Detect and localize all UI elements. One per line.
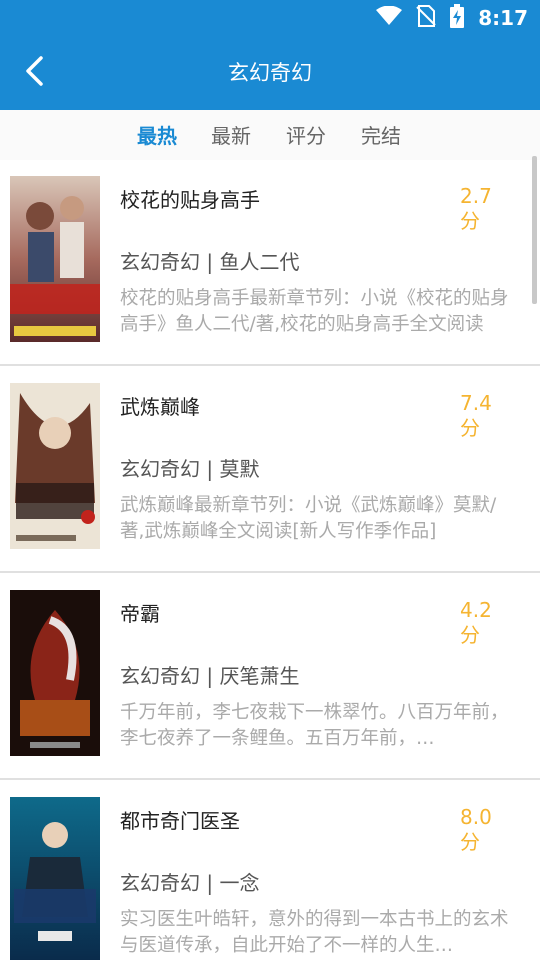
book-item[interactable]: 武炼巅峰 7.4 分 玄幻奇幻 | 莫默 武炼巅峰最新章节列：小说《武炼巅峰》莫默…: [0, 367, 540, 573]
book-item[interactable]: 帝霸 4.2 分 玄幻奇幻 | 厌笔萧生 千万年前，李七夜栽下一株翠竹。八百万年前…: [0, 574, 540, 780]
wifi-icon: [376, 5, 403, 30]
tab-completed[interactable]: 完结: [361, 120, 401, 149]
book-cover: [10, 590, 100, 756]
book-score: 7.4 分: [460, 391, 492, 440]
tab-hottest[interactable]: 最热: [137, 120, 177, 149]
book-meta: 玄幻奇幻 | 鱼人二代: [120, 246, 299, 275]
meta-separator: |: [206, 664, 220, 688]
book-cover: [10, 176, 100, 342]
book-author: 厌笔萧生: [219, 664, 300, 688]
divider: [0, 778, 540, 780]
divider: [0, 364, 540, 366]
tab-rating[interactable]: 评分: [286, 120, 326, 149]
book-meta: 玄幻奇幻 | 莫默: [120, 453, 259, 482]
book-category: 玄幻奇幻: [120, 664, 200, 688]
book-description: 千万年前，李七夜栽下一株翠竹。八百万年前，李七夜养了一条鲤鱼。五百万年前，…: [120, 702, 509, 749]
meta-separator: |: [206, 457, 220, 481]
page-title: 玄幻奇幻: [228, 61, 312, 85]
status-time: 8:17: [478, 6, 528, 30]
book-item[interactable]: 校花的贴身高手 2.7 分 玄幻奇幻 | 鱼人二代 校花的贴身高手最新章节列：小说…: [0, 160, 540, 366]
book-category: 玄幻奇幻: [120, 250, 200, 274]
book-item[interactable]: 都市奇门医圣 8.0 分 玄幻奇幻 | 一念 实习医生叶皓轩，意外的得到一本古书上…: [0, 781, 540, 960]
book-title: 校花的贴身高手: [120, 188, 260, 212]
scrollbar[interactable]: [532, 156, 537, 304]
book-author: 一念: [219, 871, 260, 895]
book-meta: 玄幻奇幻 | 厌笔萧生: [120, 660, 299, 689]
book-author: 莫默: [219, 457, 260, 481]
book-cover: [10, 383, 100, 549]
book-category: 玄幻奇幻: [120, 871, 200, 895]
book-title: 帝霸: [120, 602, 160, 626]
book-description: 武炼巅峰最新章节列：小说《武炼巅峰》莫默/著,武炼巅峰全文阅读[新人写作季作品]: [120, 495, 497, 542]
sort-tabs: 最热 最新 评分 完结: [0, 110, 540, 160]
book-description: 校花的贴身高手最新章节列：小说《校花的贴身高手》鱼人二代/著,校花的贴身高手全文…: [120, 288, 509, 335]
app-bar: 玄幻奇幻: [0, 36, 540, 110]
book-author: 鱼人二代: [219, 250, 300, 274]
book-description: 实习医生叶皓轩，意外的得到一本古书上的玄术与医道传承，自此开始了不一样的人生…: [120, 909, 509, 956]
book-category: 玄幻奇幻: [120, 457, 200, 481]
book-title: 都市奇门医圣: [120, 809, 240, 833]
book-list[interactable]: 校花的贴身高手 2.7 分 玄幻奇幻 | 鱼人二代 校花的贴身高手最新章节列：小说…: [0, 160, 540, 960]
no-sim-icon: [416, 5, 436, 31]
book-score: 4.2 分: [460, 598, 492, 647]
divider: [0, 571, 540, 573]
book-title: 武炼巅峰: [120, 395, 200, 419]
book-score: 2.7 分: [460, 184, 492, 233]
status-bar: 8:17: [0, 0, 540, 36]
book-score: 8.0 分: [460, 805, 492, 854]
book-cover: [10, 797, 100, 960]
meta-separator: |: [206, 871, 220, 895]
tab-newest[interactable]: 最新: [211, 120, 251, 149]
battery-charging-icon: [450, 4, 465, 32]
book-meta: 玄幻奇幻 | 一念: [120, 867, 259, 896]
meta-separator: |: [206, 250, 220, 274]
